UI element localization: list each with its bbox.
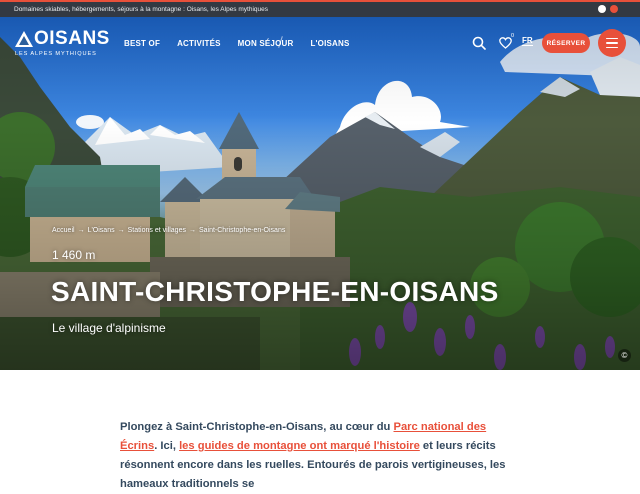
altitude-label: 1 460 m — [52, 248, 96, 262]
social-icon[interactable] — [610, 5, 618, 13]
arrow-right-icon: → — [77, 227, 85, 234]
breadcrumb-item[interactable]: Stations et villages — [128, 227, 186, 234]
hamburger-icon[interactable] — [598, 29, 626, 57]
guides-histoire-link[interactable]: les guides de montagne ont marqué l'hist… — [179, 440, 420, 452]
breadcrumb-item[interactable]: Accueil — [52, 227, 75, 234]
intro-text: Plongez à Saint-Christophe-en-Oisans, au… — [120, 421, 394, 433]
logo-wordmark: OISANS — [34, 28, 110, 49]
oisans-logo[interactable]: OISANS LES ALPES MYTHIQUES — [15, 28, 110, 57]
top-info-text: Domaines skiables, hébergements, séjours… — [14, 6, 268, 13]
page-title: SAINT-CHRISTOPHE-EN-OISANS — [51, 276, 499, 307]
main-navigation: BEST OF ACTIVITÉS MON SÉJOUR L'OISANS — [124, 36, 367, 48]
breadcrumb: Accueil → L'Oisans → Stations et village… — [52, 227, 285, 234]
breadcrumb-current: Saint-Christophe-en-Oisans — [198, 227, 286, 234]
arrow-right-icon: → — [188, 227, 196, 234]
logo-mountain-icon — [15, 31, 33, 47]
language-selector[interactable]: FR — [522, 37, 533, 46]
nav-item-best-of[interactable]: BEST OF — [124, 39, 160, 48]
copyright-icon[interactable]: © — [618, 349, 631, 362]
nav-item-mon-sejour[interactable]: MON SÉJOUR — [238, 39, 294, 48]
logo-tagline: LES ALPES MYTHIQUES — [15, 51, 97, 57]
header-actions: 0 FR — [470, 30, 533, 56]
intro-text: . Ici, — [154, 440, 180, 452]
nav-item-activites[interactable]: ACTIVITÉS — [177, 39, 221, 48]
search-icon[interactable] — [470, 34, 488, 52]
top-info-bar: Domaines skiables, hébergements, séjours… — [0, 0, 640, 17]
hero-banner — [0, 17, 640, 370]
favorites-count: 0 — [511, 33, 515, 39]
social-icon[interactable] — [598, 5, 606, 13]
page-subtitle: Le village d'alpinisme — [52, 321, 166, 335]
nav-item-loisans[interactable]: L'OISANS — [310, 39, 349, 48]
breadcrumb-item[interactable]: L'Oisans — [88, 227, 115, 234]
arrow-right-icon: → — [117, 227, 125, 234]
reserve-button[interactable]: RÉSERVER — [542, 33, 590, 53]
intro-paragraph: Plongez à Saint-Christophe-en-Oisans, au… — [120, 418, 520, 494]
